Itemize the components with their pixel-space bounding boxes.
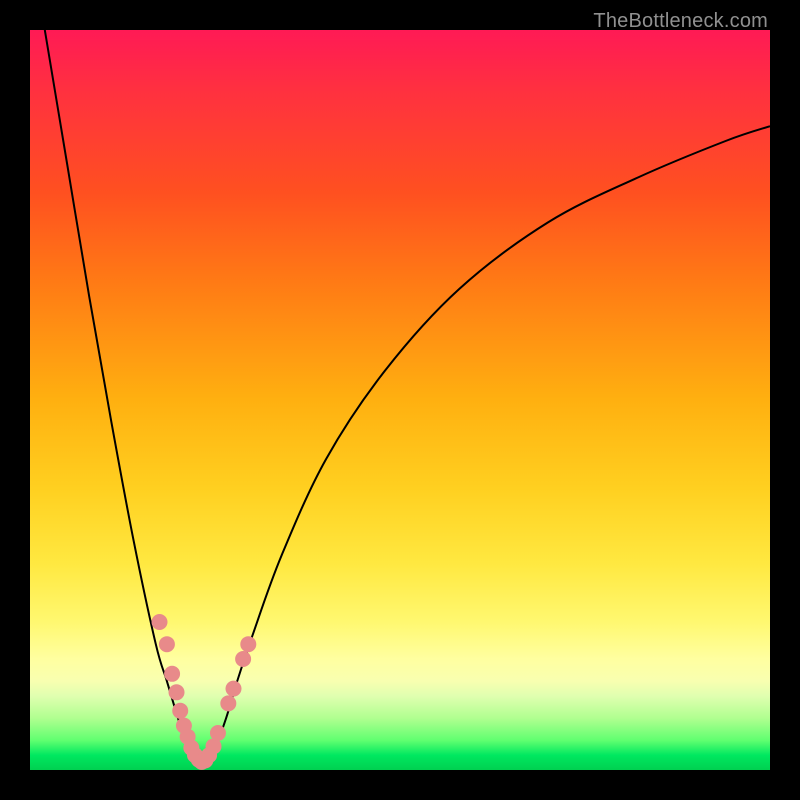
- data-marker: [210, 725, 226, 741]
- data-marker: [172, 703, 188, 719]
- data-marker: [169, 684, 185, 700]
- curve-left-branch: [45, 30, 199, 766]
- data-marker: [235, 651, 251, 667]
- curve-right-branch: [204, 126, 770, 766]
- plot-area: [30, 30, 770, 770]
- chart-frame: TheBottleneck.com: [0, 0, 800, 800]
- marker-layer: [152, 614, 257, 770]
- data-marker: [226, 681, 242, 697]
- data-marker: [164, 666, 180, 682]
- data-marker: [220, 695, 236, 711]
- chart-svg: [30, 30, 770, 770]
- watermark-text: TheBottleneck.com: [593, 10, 768, 33]
- data-marker: [240, 636, 256, 652]
- data-marker: [152, 614, 168, 630]
- curve-layer: [45, 30, 770, 766]
- data-marker: [159, 636, 175, 652]
